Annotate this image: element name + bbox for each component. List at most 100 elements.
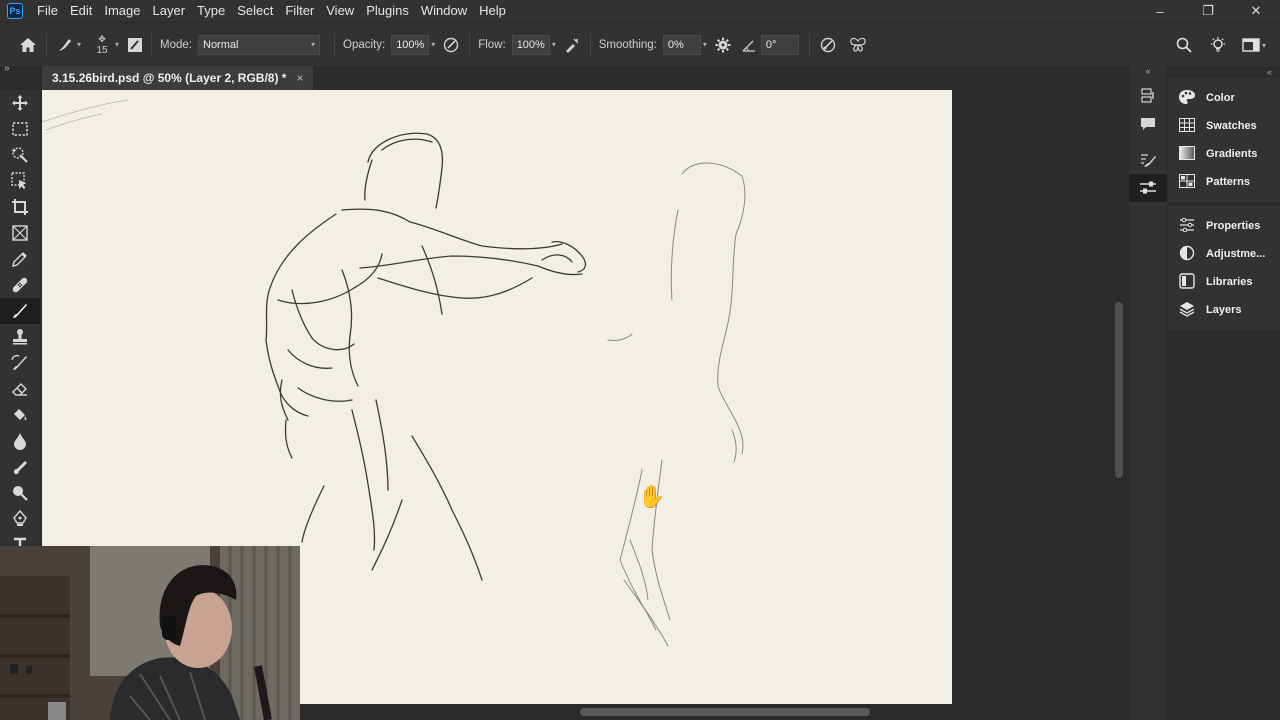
document-tab-bar: » 3.15.26bird.psd @ 50% (Layer 2, RGB/8)… xyxy=(0,63,1127,90)
smoothing-label: Smoothing: xyxy=(598,38,657,51)
blur-tool-icon[interactable] xyxy=(0,428,40,454)
opacity-input[interactable]: 100% xyxy=(391,34,430,55)
menu-type[interactable]: Type xyxy=(191,0,231,22)
tools-panel xyxy=(0,90,40,552)
eyedropper-tool-icon[interactable] xyxy=(0,246,40,272)
comments-panel-icon[interactable] xyxy=(1130,110,1166,138)
panel-gradients[interactable]: Gradients xyxy=(1168,140,1280,168)
patterns-grid-icon xyxy=(1178,173,1196,191)
history-panel-icon[interactable] xyxy=(1130,82,1166,110)
chevron-down-icon[interactable]: ▾ xyxy=(115,40,119,49)
panel-gradients-label: Gradients xyxy=(1206,148,1258,160)
adjustments-circle-icon xyxy=(1178,245,1196,264)
chevron-down-icon[interactable]: ▾ xyxy=(431,40,435,49)
horizontal-scrollbar[interactable] xyxy=(300,704,1112,720)
brush-tip-icon: ✥ xyxy=(98,33,106,44)
mode-select[interactable]: Normal ▾ xyxy=(198,34,320,55)
clone-stamp-tool-icon[interactable] xyxy=(0,324,40,350)
discover-lightbulb-icon[interactable] xyxy=(1208,35,1228,55)
menu-window[interactable]: Window xyxy=(415,0,473,22)
brush-preset-icon[interactable] xyxy=(55,35,75,55)
panel-libraries-label: Libraries xyxy=(1206,276,1253,288)
menu-layer[interactable]: Layer xyxy=(147,0,192,22)
palette-icon xyxy=(1178,89,1196,108)
options-bar: ▾ ✥ 15 ▾ Mode: Normal ▾ Opacity: 100% ▾ … xyxy=(0,22,1280,66)
panel-layers-label: Layers xyxy=(1206,304,1242,316)
frame-tool-icon[interactable] xyxy=(0,220,40,246)
horizontal-scrollbar-thumb[interactable] xyxy=(580,708,870,716)
panel-patterns-label: Patterns xyxy=(1206,176,1251,188)
panel-properties[interactable]: Properties xyxy=(1168,212,1280,240)
pen-tool-icon[interactable] xyxy=(0,506,40,532)
dodge-tool-icon[interactable] xyxy=(0,480,40,506)
pressure-size-icon[interactable] xyxy=(818,35,838,55)
vertical-scrollbar-thumb[interactable] xyxy=(1115,302,1123,478)
workspace-icon xyxy=(1242,38,1260,52)
paint-bucket-tool-icon[interactable] xyxy=(0,402,40,428)
chevron-down-icon[interactable]: ▾ xyxy=(552,40,556,49)
home-icon[interactable] xyxy=(18,35,38,55)
eraser-tool-icon[interactable] xyxy=(0,376,40,402)
brush-settings-panel-icon[interactable] xyxy=(125,35,145,55)
panel-swatches[interactable]: Swatches xyxy=(1168,112,1280,140)
collapse-toolbar-icon[interactable]: » xyxy=(4,63,10,74)
workspace-switcher[interactable]: ▾ xyxy=(1242,38,1272,52)
menu-image[interactable]: Image xyxy=(98,0,146,22)
chevron-down-icon[interactable]: ▾ xyxy=(703,40,707,49)
search-icon[interactable] xyxy=(1174,35,1194,55)
brush-size-picker[interactable]: ✥ 15 xyxy=(91,34,113,56)
healing-brush-tool-icon[interactable] xyxy=(0,272,40,298)
brush-size-value: 15 xyxy=(96,44,108,56)
close-tab-icon[interactable]: × xyxy=(296,71,303,85)
symmetry-butterfly-icon[interactable] xyxy=(848,35,868,55)
collapse-panels-icon[interactable]: « xyxy=(1130,66,1166,82)
panel-group-layers: Properties Adjustme... Libraries Layers xyxy=(1168,206,1280,330)
chevron-down-icon[interactable]: ▾ xyxy=(77,40,81,49)
panels-dock: « Color Swatches Gradients Patterns Prop… xyxy=(1168,66,1280,720)
document-tab[interactable]: 3.15.26bird.psd @ 50% (Layer 2, RGB/8) *… xyxy=(42,66,314,90)
vertical-scrollbar[interactable] xyxy=(1112,90,1126,704)
menu-help[interactable]: Help xyxy=(473,0,512,22)
collapse-dock-icon[interactable]: « xyxy=(1168,66,1280,78)
airbrush-icon[interactable] xyxy=(562,35,582,55)
minimize-button[interactable]: – xyxy=(1136,0,1184,22)
menu-plugins[interactable]: Plugins xyxy=(360,0,415,22)
angle-input[interactable]: 0° xyxy=(760,34,799,55)
menu-view[interactable]: View xyxy=(320,0,360,22)
angle-icon xyxy=(739,35,759,55)
panel-properties-label: Properties xyxy=(1206,220,1261,232)
webcam-overlay xyxy=(0,546,300,720)
pressure-opacity-icon[interactable] xyxy=(441,35,461,55)
frame-select-tool-icon[interactable] xyxy=(0,168,40,194)
panel-adjustments-label: Adjustme... xyxy=(1206,248,1266,260)
menu-edit[interactable]: Edit xyxy=(64,0,98,22)
panel-layers[interactable]: Layers xyxy=(1168,296,1280,324)
flow-input[interactable]: 100% xyxy=(511,34,550,55)
menu-file[interactable]: File xyxy=(31,0,64,22)
opacity-label: Opacity: xyxy=(343,38,386,51)
menu-select[interactable]: Select xyxy=(231,0,279,22)
panel-patterns[interactable]: Patterns xyxy=(1168,168,1280,196)
adjustments-strip-icon[interactable] xyxy=(1130,174,1166,202)
smoothing-input[interactable]: 0% xyxy=(662,34,701,55)
menu-filter[interactable]: Filter xyxy=(279,0,320,22)
mode-value: Normal xyxy=(203,38,239,51)
move-tool-icon[interactable] xyxy=(0,90,40,116)
libraries-icon xyxy=(1178,272,1196,292)
panel-color[interactable]: Color xyxy=(1168,84,1280,112)
crop-tool-icon[interactable] xyxy=(0,194,40,220)
brush-tool-icon[interactable] xyxy=(0,298,40,324)
properties-sliders-icon xyxy=(1178,217,1196,235)
marquee-tool-icon[interactable] xyxy=(0,116,40,142)
panel-adjustments[interactable]: Adjustme... xyxy=(1168,240,1280,268)
restore-button[interactable]: ❐ xyxy=(1184,0,1232,22)
object-selection-tool-icon[interactable] xyxy=(0,142,40,168)
panel-libraries[interactable]: Libraries xyxy=(1168,268,1280,296)
smoothing-settings-gear-icon[interactable] xyxy=(713,35,733,55)
brush-settings-strip-icon[interactable] xyxy=(1130,146,1166,174)
menu-bar: Ps File Edit Image Layer Type Select Fil… xyxy=(0,0,1280,22)
window-controls: – ❐ ✕ xyxy=(1136,0,1280,22)
history-brush-tool-icon[interactable] xyxy=(0,350,40,376)
smudge-tool-icon[interactable] xyxy=(0,454,40,480)
close-window-button[interactable]: ✕ xyxy=(1232,0,1280,22)
